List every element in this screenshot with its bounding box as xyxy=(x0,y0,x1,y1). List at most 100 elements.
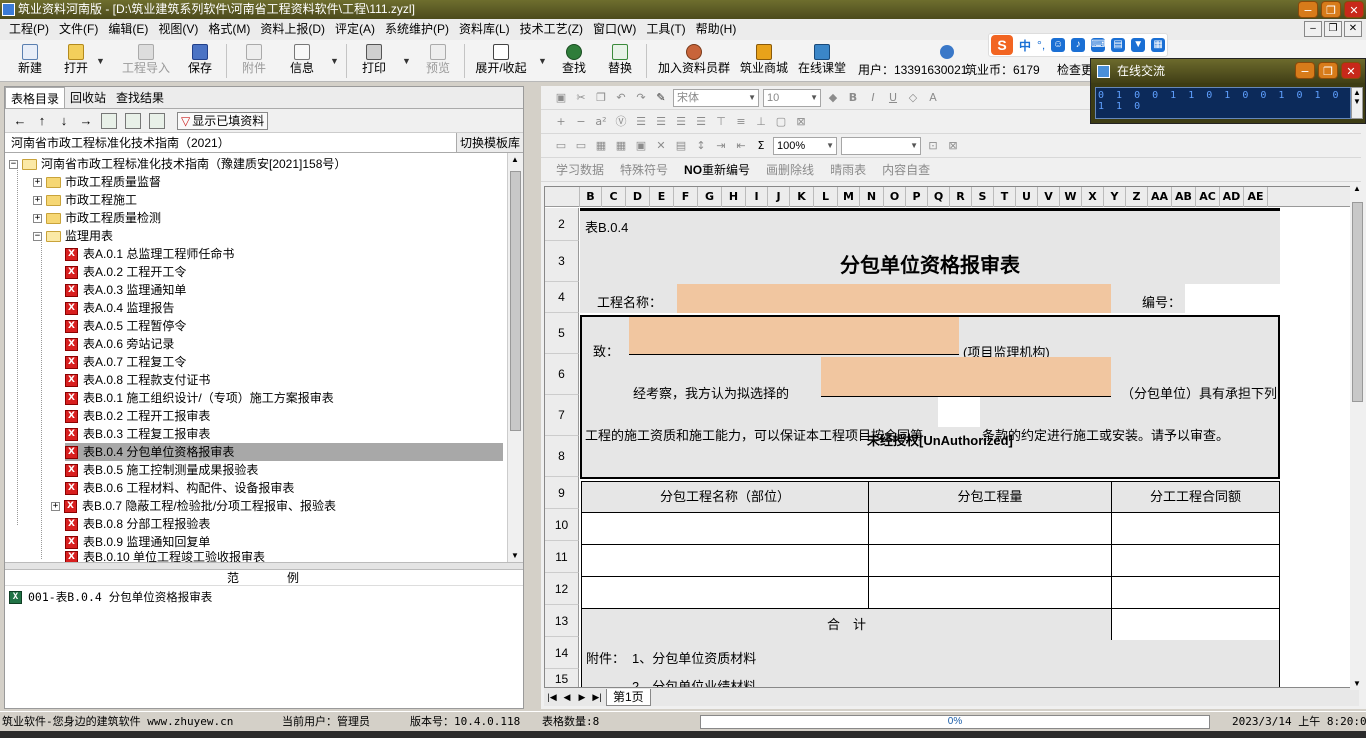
tree-item[interactable]: X 表A.0.2 工程开工令 xyxy=(65,263,186,281)
valign-middle-icon[interactable]: ≡ xyxy=(733,114,749,130)
font-size-select[interactable]: 10 ▼ xyxy=(763,88,821,107)
print-dropdown-icon[interactable]: ▼ xyxy=(402,56,411,66)
underline-icon[interactable]: U xyxy=(885,90,901,106)
borders-icon[interactable]: ⊠ xyxy=(945,138,961,154)
minimize-button[interactable]: − xyxy=(1298,1,1318,18)
tree-item[interactable]: X 表A.0.6 旁站记录 xyxy=(65,335,174,353)
tab-table-directory[interactable]: 表格目录 xyxy=(5,87,66,108)
panel-splitter[interactable] xyxy=(5,562,523,570)
skin-icon[interactable]: ▼ xyxy=(1131,38,1146,52)
delete-row-icon[interactable]: − xyxy=(573,114,589,130)
open-button[interactable]: 打开 xyxy=(58,42,94,80)
column-header-cell[interactable]: S xyxy=(972,187,994,207)
sogou-logo-icon[interactable]: S xyxy=(991,35,1013,55)
tree-item[interactable]: X 表A.0.5 工程暂停令 xyxy=(65,317,186,335)
column-header-cell[interactable]: N xyxy=(860,187,884,207)
ime-punct-toggle[interactable]: °, xyxy=(1037,38,1045,52)
row-header-cell[interactable]: 14 xyxy=(545,637,579,669)
menu-tech[interactable]: 技术工艺(Z) xyxy=(515,19,588,40)
mall-button[interactable]: 筑业商城 xyxy=(738,42,790,80)
redo-icon[interactable]: ↷ xyxy=(633,90,649,106)
join-group-button[interactable]: 加入资料员群 xyxy=(654,42,734,80)
info-button[interactable]: 信息 xyxy=(284,42,320,80)
column-header-cell[interactable]: V xyxy=(1038,187,1060,207)
line-spacing-icon[interactable]: ↕ xyxy=(693,138,709,154)
self-check-button[interactable]: 内容自查 xyxy=(879,161,933,178)
table-cell[interactable] xyxy=(1111,544,1280,577)
tree-item[interactable]: X 表A.0.1 总监理工程师任命书 xyxy=(65,245,234,263)
indent-icon[interactable]: ⇥ xyxy=(713,138,729,154)
collapse-icon[interactable]: − xyxy=(9,159,18,169)
arrow-right-icon[interactable]: → xyxy=(79,113,93,128)
tree-folder-supervision-quality[interactable]: + 市政工程质量监督 xyxy=(33,173,161,191)
keyboard-icon[interactable]: ⌨ xyxy=(1091,38,1106,52)
attachment-button[interactable]: 附件 xyxy=(236,42,272,80)
unmerge-cells-icon[interactable]: ⊠ xyxy=(793,114,809,130)
table-cell[interactable] xyxy=(868,576,1112,609)
undo-icon[interactable]: ↶ xyxy=(613,90,629,106)
tree-folder-quality-testing[interactable]: + 市政工程质量检测 xyxy=(33,209,161,227)
zoom-select[interactable]: 100% ▼ xyxy=(773,136,837,155)
weather-chart-button[interactable]: 晴雨表 xyxy=(827,161,869,178)
menu-project[interactable]: 工程(P) xyxy=(4,19,54,40)
project-name-input[interactable] xyxy=(677,284,1111,313)
sheet-tab-page1[interactable]: 第1页 xyxy=(606,688,651,706)
prev-sheet-icon[interactable]: ◀ xyxy=(561,692,573,703)
column-header-cell[interactable]: B xyxy=(580,187,602,207)
save-button[interactable]: 保存 xyxy=(182,42,218,80)
cut-icon[interactable]: ✂ xyxy=(573,90,589,106)
column-header-cell[interactable]: U xyxy=(1016,187,1038,207)
column-header-cell[interactable]: T xyxy=(994,187,1016,207)
emoji-icon[interactable]: ☺ xyxy=(1051,38,1066,52)
expand-icon[interactable]: + xyxy=(51,501,60,511)
row-header-cell[interactable]: 10 xyxy=(545,509,579,541)
font-family-select[interactable]: 宋体 ▼ xyxy=(673,88,759,107)
arrow-down-icon[interactable]: ↓ xyxy=(57,113,71,128)
chat-content[interactable]: 0 1 0 0 1 1 0 1 0 0 1 0 1 0 1 1 0 xyxy=(1095,87,1351,119)
chat-close-button[interactable]: ✕ xyxy=(1341,62,1361,79)
replace-button[interactable]: 替换 xyxy=(602,42,638,80)
scroll-up-icon[interactable]: ▲ xyxy=(511,155,519,164)
menu-system[interactable]: 系统维护(P) xyxy=(380,19,454,40)
border-icon[interactable]: ▤ xyxy=(673,138,689,154)
total-amount-cell[interactable] xyxy=(1111,608,1280,641)
expand-icon[interactable]: + xyxy=(33,195,42,205)
table-cell[interactable] xyxy=(581,544,869,577)
col-width-icon[interactable]: ▭ xyxy=(573,138,589,154)
tab-recycle-bin[interactable]: 回收站 xyxy=(65,87,111,108)
align-right-icon[interactable]: ☰ xyxy=(673,114,689,130)
chat-restore-button[interactable]: ❐ xyxy=(1318,62,1338,79)
table-cell[interactable] xyxy=(868,544,1112,577)
special-symbol-button[interactable]: 特殊符号 xyxy=(617,161,671,178)
column-header-cell[interactable]: C xyxy=(602,187,626,207)
tree-item[interactable]: X 表A.0.7 工程复工令 xyxy=(65,353,186,371)
menu-tools[interactable]: 工具(T) xyxy=(641,19,690,40)
supervisor-org-input[interactable] xyxy=(629,317,959,355)
info-dropdown-icon[interactable]: ▼ xyxy=(330,56,339,66)
copy-table-icon[interactable] xyxy=(125,112,141,129)
learn-data-button[interactable]: 学习数据 xyxy=(553,161,607,178)
menu-help[interactable]: 帮助(H) xyxy=(691,19,742,40)
tree-item[interactable]: X 表B.0.10 单位工程竣工验收报审表 xyxy=(65,551,265,562)
first-sheet-icon[interactable]: |◀ xyxy=(546,692,558,703)
number-input[interactable] xyxy=(1185,284,1280,313)
restore-button[interactable]: ❐ xyxy=(1321,1,1341,18)
column-header-cell[interactable]: AD xyxy=(1220,187,1244,207)
last-sheet-icon[interactable]: ▶| xyxy=(591,692,603,703)
open-dropdown-icon[interactable]: ▼ xyxy=(96,56,105,66)
tree-item[interactable]: X 表A.0.3 监理通知单 xyxy=(65,281,186,299)
menu-grid-icon[interactable]: ▦ xyxy=(1151,38,1166,52)
clear-icon[interactable]: ✕ xyxy=(653,138,669,154)
ime-lang-toggle[interactable]: 中 xyxy=(1019,37,1031,54)
align-center-icon[interactable]: ☰ xyxy=(653,114,669,130)
tree-item[interactable]: X 表B.0.6 工程材料、构配件、设备报审表 xyxy=(65,479,294,497)
mdi-restore-button[interactable]: ❐ xyxy=(1324,21,1342,37)
special-char-icon[interactable]: Ⓥ xyxy=(613,114,629,130)
column-header-cell[interactable]: D xyxy=(626,187,650,207)
menu-file[interactable]: 文件(F) xyxy=(54,19,103,40)
subcontractor-input[interactable] xyxy=(821,357,1111,397)
bold-icon[interactable]: B xyxy=(845,90,861,106)
menu-evaluate[interactable]: 评定(A) xyxy=(330,19,380,40)
column-header-cell[interactable]: H xyxy=(722,187,746,207)
tree-scrollbar[interactable]: ▲ ▼ xyxy=(507,153,523,562)
